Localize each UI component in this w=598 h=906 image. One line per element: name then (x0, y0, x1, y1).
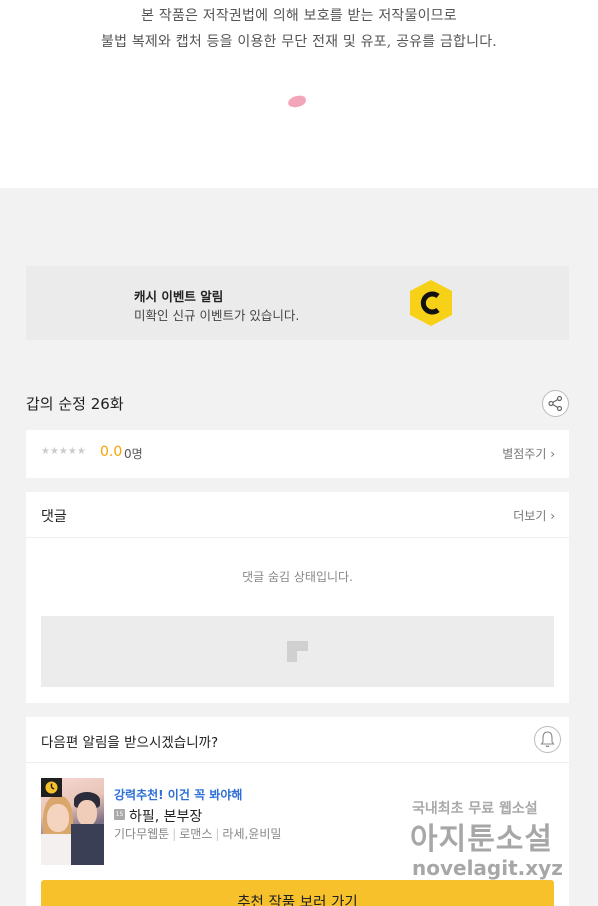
bell-icon (540, 731, 555, 748)
clock-icon (45, 781, 58, 794)
comments-more-button[interactable]: 더보기 › (513, 507, 555, 524)
meta-authors: 라세,윤비밀 (222, 827, 282, 841)
rating-stars-icon: ★★★★★ (41, 446, 86, 457)
comments-header: 댓글 더보기 › (26, 492, 569, 538)
next-episode-alert-section: 다음편 알림을 받으시겠습니까? 강력추천! 이건 꼭 봐야해 15 하필, 본… (26, 717, 569, 906)
share-button[interactable] (542, 390, 569, 417)
copyright-notice-line1: 본 작품은 저작권법에 의해 보호를 받는 저작물이므로 (141, 8, 457, 24)
petal-decoration-icon (287, 94, 307, 109)
copyright-notice-line2: 불법 복제와 캡처 등을 이용한 무단 전재 및 유포, 공유를 금합니다. (101, 34, 497, 50)
recommended-work-meta: 기다무웹툰 | 로맨스 | 라세,윤비밀 (114, 827, 282, 841)
recommend-tag[interactable]: 강력추천! 이건 꼭 봐야해 (114, 786, 242, 803)
comments-section: 댓글 더보기 › 댓글 숨김 상태입니다. (26, 492, 569, 703)
next-alert-header: 다음편 알림을 받으시겠습니까? (26, 717, 569, 763)
comments-title: 댓글 (41, 509, 67, 525)
cash-event-title: 캐시 이벤트 알림 (134, 289, 224, 304)
rating-bar: ★★★★★ 0.0 0명 별점주기 › (26, 430, 569, 478)
next-alert-question: 다음편 알림을 받으시겠습니까? (41, 735, 219, 751)
ad-placeholder (41, 616, 554, 687)
recommended-works-button-label: 추천 작품 보러 가기 (237, 895, 358, 906)
rating-score: 0.0 (100, 444, 123, 460)
recommended-works-button[interactable]: 추천 작품 보러 가기 (41, 880, 554, 906)
rate-button[interactable]: 별점주기 › (502, 445, 555, 462)
cash-logo-icon (410, 280, 452, 326)
meta-genre: 로맨스 (179, 827, 213, 841)
ad-placeholder-icon (287, 641, 308, 662)
share-icon (548, 395, 563, 412)
meta-service: 기다무웹툰 (114, 827, 170, 841)
cash-event-message: 미확인 신규 이벤트가 있습니다. (134, 308, 300, 323)
age-rating-badge: 15 (114, 809, 125, 820)
rating-count: 0명 (124, 447, 143, 461)
copyright-section: 본 작품은 저작권법에 의해 보호를 받는 저작물이므로 불법 복제와 캡처 등… (0, 0, 598, 188)
comments-hidden-message: 댓글 숨김 상태입니다. (242, 570, 353, 584)
wait-free-badge (41, 778, 62, 797)
cash-event-banner[interactable]: 캐시 이벤트 알림 미확인 신규 이벤트가 있습니다. (26, 266, 569, 340)
recommended-work-title[interactable]: 하필, 본부장 (129, 806, 202, 826)
notification-bell-button[interactable] (534, 726, 561, 753)
episode-title: 갑의 순정 26화 (26, 395, 124, 413)
